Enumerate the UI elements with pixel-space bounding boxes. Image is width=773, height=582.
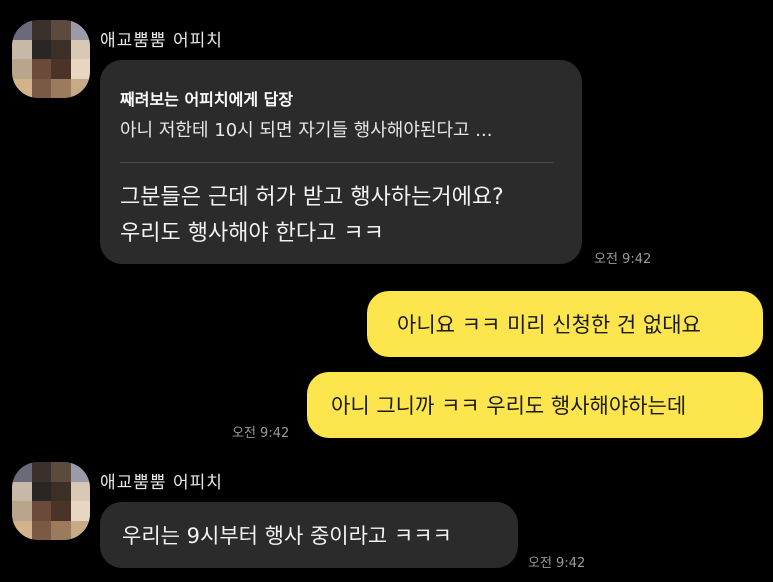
message-text: 아니 그니까 ㅋㅋ 우리도 행사해야하는데 [331, 394, 687, 418]
message-time: 오전 9:42 [528, 556, 586, 571]
message-text: 그분들은 근데 허가 받고 행사하는거에요? 우리도 행사해야 한다고 ㅋㅋ [120, 180, 504, 252]
outgoing-message-bubble[interactable]: 아니요 ㅋㅋ 미리 신청한 건 없대요 [367, 291, 763, 357]
sender-name: 애교뿜뿜 어피치 [100, 31, 223, 51]
outgoing-message-bubble[interactable]: 아니 그니까 ㅋㅋ 우리도 행사해야하는데 [307, 372, 763, 438]
avatar[interactable] [12, 462, 90, 540]
message-bubble[interactable]: 째려보는 어피치에게 답장 아니 저한테 10시 되면 자기들 행사해야된다고 … [100, 60, 582, 264]
divider [120, 162, 554, 163]
message-line: 우리도 행사해야 한다고 ㅋㅋ [120, 221, 384, 246]
message-bubble[interactable]: 우리는 9시부터 행사 중이라고 ㅋㅋㅋ [100, 502, 518, 568]
message-text: 우리는 9시부터 행사 중이라고 ㅋㅋㅋ [122, 524, 452, 548]
reply-header: 째려보는 어피치에게 답장 [120, 90, 294, 109]
message-time: 오전 9:42 [594, 252, 652, 267]
message-time: 오전 9:42 [232, 426, 290, 441]
quoted-message[interactable]: 아니 저한테 10시 되면 자기들 행사해야된다고 ... [120, 116, 492, 142]
message-line: 그분들은 근데 허가 받고 행사하는거에요? [120, 185, 504, 210]
avatar[interactable] [12, 20, 90, 98]
sender-name: 애교뿜뿜 어피치 [100, 473, 223, 493]
message-text: 아니요 ㅋㅋ 미리 신청한 건 없대요 [397, 313, 701, 337]
